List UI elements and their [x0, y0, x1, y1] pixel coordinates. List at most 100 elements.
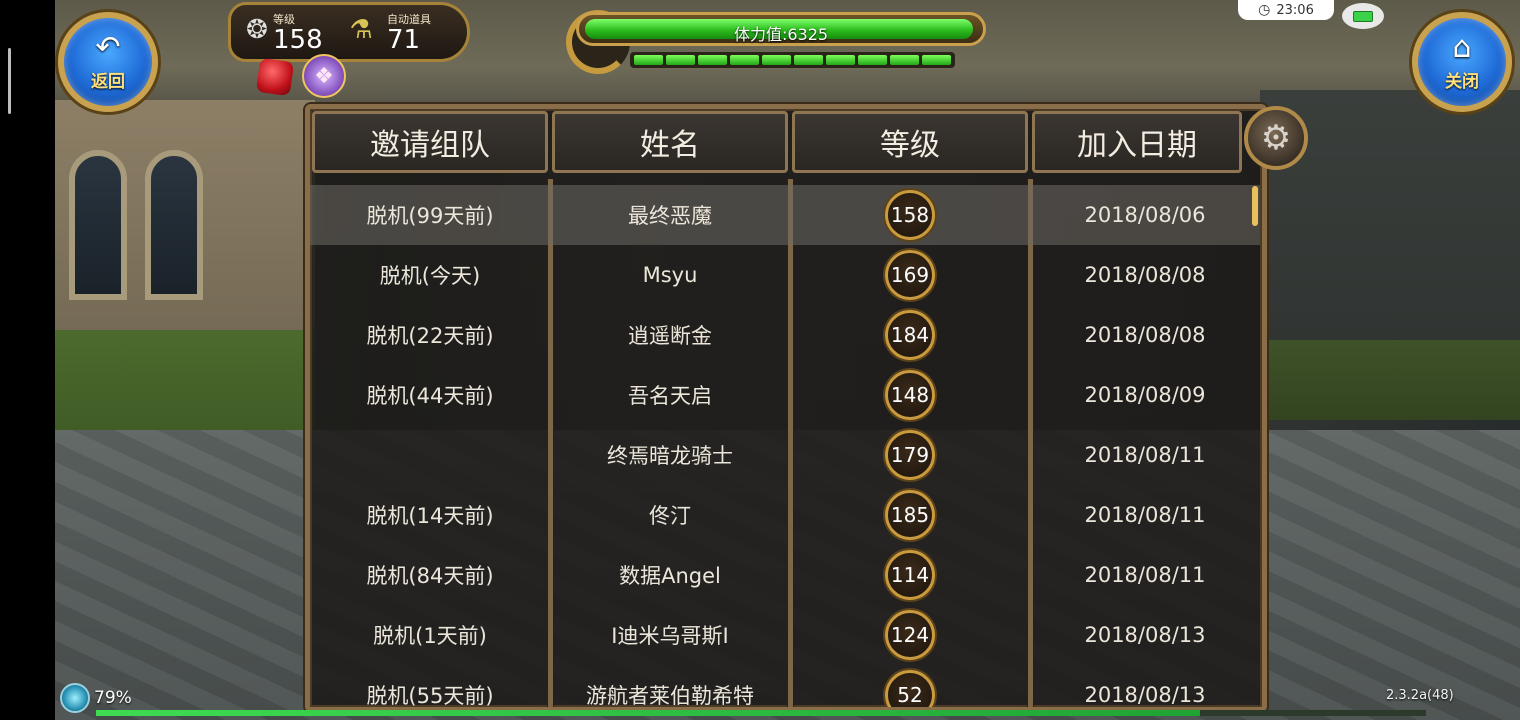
member-status[interactable]: 脱机(55天前)	[310, 680, 550, 707]
settings-button[interactable]: ⚙	[1244, 106, 1308, 170]
member-join-date: 2018/08/11	[1084, 563, 1206, 587]
close-button-label: 关闭	[1445, 71, 1479, 92]
table-row[interactable]: 脱机(今天) Msyu 169 2018/08/08	[310, 245, 1260, 305]
stamina-segment	[698, 55, 727, 65]
member-status[interactable]: 脱机(99天前)	[310, 200, 550, 230]
member-join-date: 2018/08/08	[1084, 263, 1206, 287]
column-header-name[interactable]: 姓名	[552, 111, 788, 173]
table-scrollbar[interactable]	[1252, 186, 1258, 226]
member-name: 数据Angel	[619, 564, 721, 588]
level-badge: 114	[885, 550, 935, 600]
member-level: 184	[790, 310, 1030, 360]
back-button-label: 返回	[91, 71, 125, 92]
level-badge: 179	[885, 430, 935, 480]
level-badge: 52	[885, 670, 935, 707]
player-stats-panel: ❂ 等级 158 ⚗ 自动道具 71	[228, 2, 470, 62]
gear-icon: ⚙	[1260, 118, 1292, 158]
level-stat: 等级 158	[273, 11, 323, 54]
gift-icon[interactable]: ❖	[302, 54, 346, 98]
level-badge: 158	[885, 190, 935, 240]
table-row[interactable]: 脱机(14天前) 佟汀 185 2018/08/11	[310, 485, 1260, 545]
member-name: 佟汀	[649, 504, 691, 528]
member-name: Msyu	[642, 263, 698, 287]
back-arrow-icon: ↶	[95, 29, 121, 65]
clock-time: 23:06	[1276, 2, 1314, 18]
grass-patch	[1260, 340, 1520, 420]
auto-items-value: 71	[387, 25, 421, 55]
version-text: 2.3.2a(48)	[1386, 688, 1454, 703]
table-row[interactable]: 终焉暗龙骑士 179 2018/08/11	[310, 425, 1260, 485]
member-join-date: 2018/08/06	[1084, 203, 1206, 227]
stamina-segment	[858, 55, 887, 65]
member-status[interactable]: 脱机(1天前)	[310, 620, 550, 650]
experience-bar	[96, 710, 1426, 716]
member-level: 52	[790, 670, 1030, 707]
arched-window	[69, 150, 127, 300]
gem-icon[interactable]	[255, 57, 295, 97]
table-row[interactable]: 脱机(99天前) 最终恶魔 158 2018/08/06	[310, 185, 1260, 245]
member-join-date: 2018/08/11	[1084, 443, 1206, 467]
table-row[interactable]: 脱机(84天前) 数据Angel 114 2018/08/11	[310, 545, 1260, 605]
member-name: 终焉暗龙骑士	[607, 444, 733, 468]
level-badge: 148	[885, 370, 935, 420]
stamina-label: 体力值:6325	[733, 25, 829, 44]
bottom-status: 79%	[60, 683, 132, 713]
level-badge: 184	[885, 310, 935, 360]
member-join-date: 2018/08/13	[1084, 623, 1206, 647]
system-edge-strip	[0, 0, 55, 720]
stamina-segment	[730, 55, 759, 65]
table-row[interactable]: 脱机(1天前) I迪米乌哥斯I 124 2018/08/13	[310, 605, 1260, 665]
member-join-date: 2018/08/11	[1084, 503, 1206, 527]
member-name: 游航者莱伯勒希特	[586, 684, 754, 708]
back-button[interactable]: ↶ 返回	[58, 12, 158, 112]
member-name: I迪米乌哥斯I	[611, 624, 729, 648]
exp-orb-icon	[60, 683, 90, 713]
member-level: 148	[790, 370, 1030, 420]
table-body[interactable]: 脱机(99天前) 最终恶魔 158 2018/08/06 脱机(今天) Msyu…	[310, 185, 1260, 708]
stamina-segment	[666, 55, 695, 65]
close-button[interactable]: ⌂ 关闭	[1412, 12, 1512, 112]
member-level: 158	[790, 190, 1030, 240]
stamina-segment	[826, 55, 855, 65]
member-name: 最终恶魔	[628, 204, 712, 228]
column-header-invite[interactable]: 邀请组队	[312, 111, 548, 173]
stamina-segment	[890, 55, 919, 65]
stamina-segment	[794, 55, 823, 65]
potion-icon: ⚗	[349, 15, 373, 45]
level-value: 158	[273, 25, 323, 55]
stamina-bar: 体力值:6325	[576, 12, 986, 46]
member-status[interactable]: 脱机(84天前)	[310, 560, 550, 590]
member-level: 169	[790, 250, 1030, 300]
table-row[interactable]: 脱机(44天前) 吾名天启 148 2018/08/09	[310, 365, 1260, 425]
column-header-level[interactable]: 等级	[792, 111, 1028, 173]
member-status[interactable]: 脱机(今天)	[310, 260, 550, 290]
experience-bar-fill	[96, 710, 1200, 716]
member-level: 185	[790, 490, 1030, 540]
member-name: 逍遥断金	[628, 324, 712, 348]
member-status[interactable]: 脱机(14天前)	[310, 500, 550, 530]
exp-percent: 79%	[94, 688, 132, 708]
guild-member-table: 邀请组队 姓名 等级 加入日期 脱机(99天前) 最终恶魔 158 2018/0…	[305, 104, 1267, 712]
member-join-date: 2018/08/13	[1084, 683, 1206, 707]
table-header: 邀请组队 姓名 等级 加入日期	[310, 109, 1262, 175]
table-row[interactable]: 脱机(55天前) 游航者莱伯勒希特 52 2018/08/13	[310, 665, 1260, 708]
battery-icon	[1342, 3, 1384, 29]
arched-window	[145, 150, 203, 300]
stamina-segment	[922, 55, 951, 65]
member-status[interactable]: 脱机(44天前)	[310, 380, 550, 410]
member-name: 吾名天启	[628, 384, 712, 408]
member-status[interactable]: 脱机(22天前)	[310, 320, 550, 350]
stamina-segments	[630, 52, 955, 68]
edge-handle[interactable]	[8, 48, 11, 114]
auto-items-stat[interactable]: 自动道具 71	[387, 11, 431, 54]
table-row[interactable]: 脱机(22天前) 逍遥断金 184 2018/08/08	[310, 305, 1260, 365]
member-join-date: 2018/08/08	[1084, 323, 1206, 347]
member-join-date: 2018/08/09	[1084, 383, 1206, 407]
level-badge: 124	[885, 610, 935, 660]
stamina-gauge: 体力值:6325	[566, 6, 986, 74]
level-badge: 169	[885, 250, 935, 300]
column-header-join-date[interactable]: 加入日期	[1032, 111, 1242, 173]
level-icon: ❂	[246, 15, 268, 45]
member-level: 179	[790, 430, 1030, 480]
level-badge: 185	[885, 490, 935, 540]
